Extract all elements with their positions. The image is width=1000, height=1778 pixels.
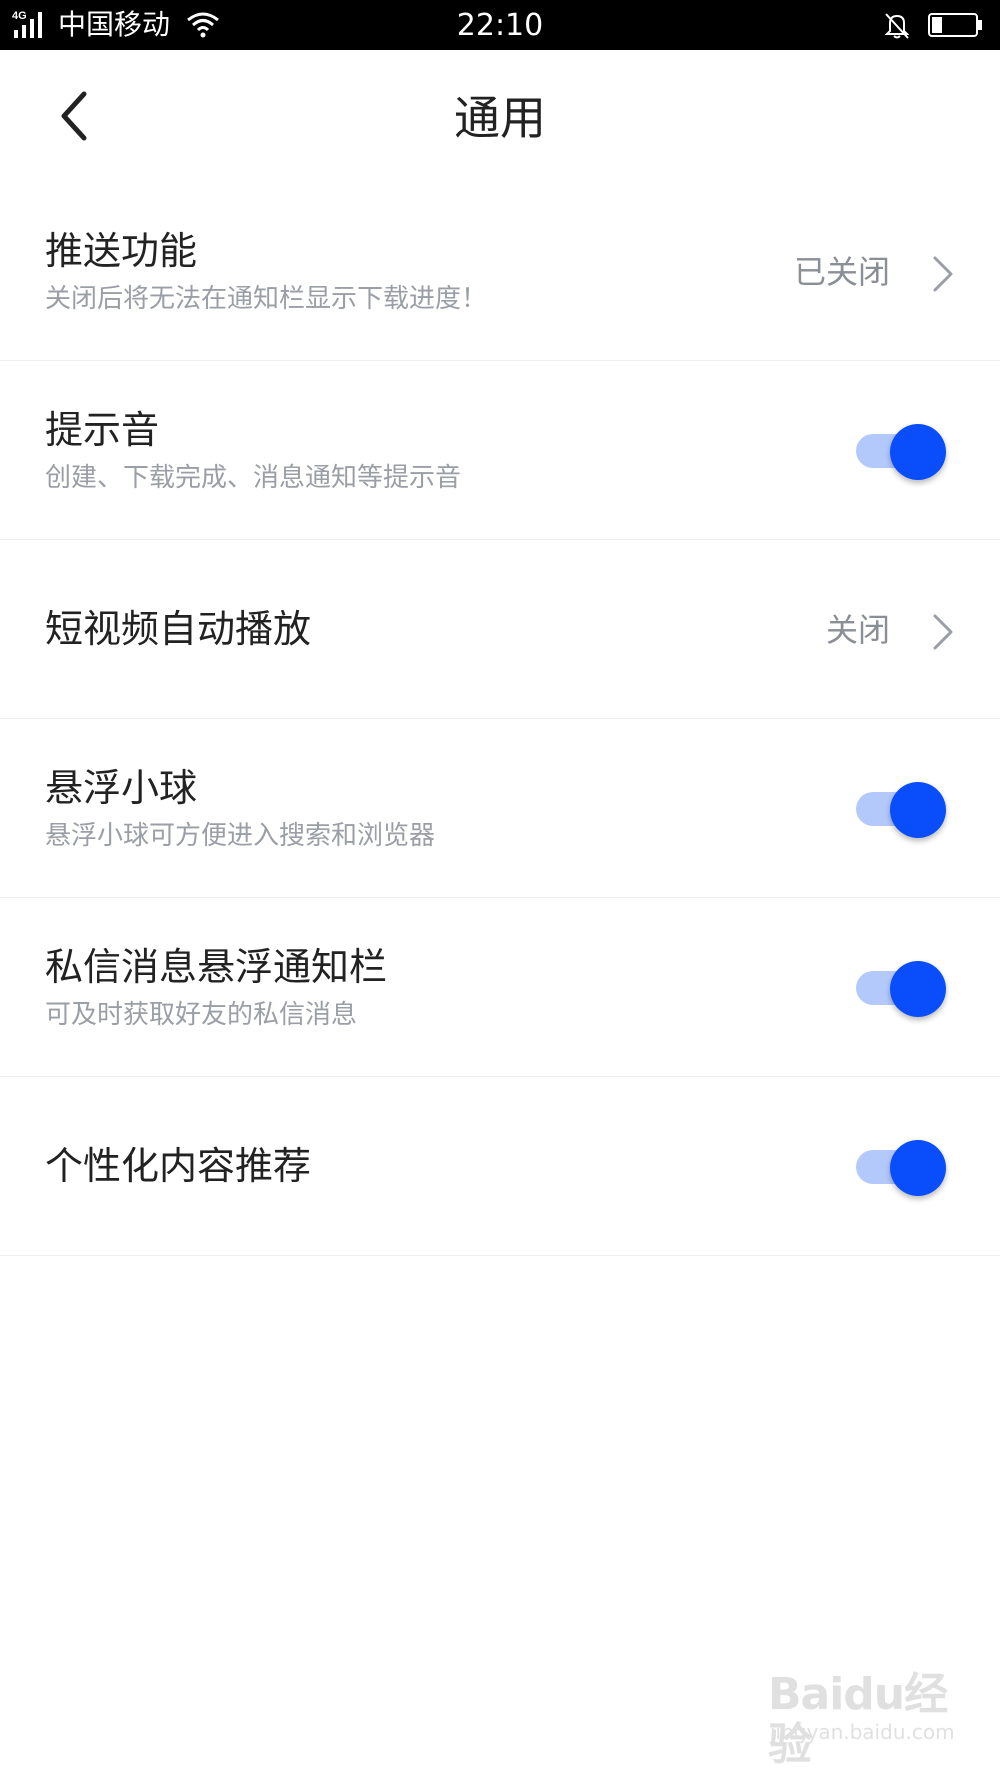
setting-title: 提示音 <box>45 408 160 452</box>
dm-notification-toggle[interactable] <box>856 958 948 1018</box>
bell-muted-icon <box>884 13 910 39</box>
setting-floating-ball: 悬浮小球 悬浮小球可方便进入搜索和浏览器 <box>0 719 1000 898</box>
setting-dm-notification: 私信消息悬浮通知栏 可及时获取好友的私信消息 <box>0 898 1000 1077</box>
setting-push[interactable]: 推送功能 关闭后将无法在通知栏显示下载进度！ 已关闭 <box>0 182 1000 361</box>
setting-value: 已关闭 <box>793 253 890 291</box>
chevron-right-icon <box>933 614 953 650</box>
sound-toggle[interactable] <box>856 421 948 481</box>
setting-subtitle: 创建、下载完成、消息通知等提示音 <box>45 463 462 493</box>
setting-title: 短视频自动播放 <box>45 607 312 651</box>
setting-subtitle: 可及时获取好友的私信消息 <box>45 1000 358 1030</box>
setting-video-autoplay[interactable]: 短视频自动播放 关闭 <box>0 540 1000 719</box>
header: 通用 <box>0 50 1000 180</box>
floating-ball-toggle[interactable] <box>856 779 948 839</box>
chevron-right-icon <box>933 256 953 292</box>
setting-subtitle: 悬浮小球可方便进入搜索和浏览器 <box>45 821 436 851</box>
toggle-knob <box>890 424 946 480</box>
watermark-url: jingyan.baidu.com <box>770 1720 955 1744</box>
baidu-watermark: Baidu经验 jingyan.baidu.com <box>760 1670 960 1770</box>
battery-icon <box>928 13 982 37</box>
setting-personalized-recommend: 个性化内容推荐 <box>0 1077 1000 1256</box>
status-bar: 4G 中国移动 22:10 <box>0 0 1000 50</box>
setting-title: 悬浮小球 <box>45 766 198 810</box>
settings-list: 推送功能 关闭后将无法在通知栏显示下载进度！ 已关闭 提示音 创建、下载完成、消… <box>0 182 1000 1256</box>
toggle-knob <box>890 782 946 838</box>
setting-sound: 提示音 创建、下载完成、消息通知等提示音 <box>0 361 1000 540</box>
toggle-knob <box>890 961 946 1017</box>
setting-subtitle: 关闭后将无法在通知栏显示下载进度！ <box>45 284 488 314</box>
setting-title: 私信消息悬浮通知栏 <box>45 945 388 989</box>
setting-value: 关闭 <box>825 611 890 649</box>
page-title: 通用 <box>454 91 546 145</box>
setting-title: 推送功能 <box>45 229 198 273</box>
setting-title: 个性化内容推荐 <box>45 1144 312 1188</box>
toggle-knob <box>890 1140 946 1196</box>
personalized-recommend-toggle[interactable] <box>856 1137 948 1197</box>
clock: 22:10 <box>456 8 544 43</box>
